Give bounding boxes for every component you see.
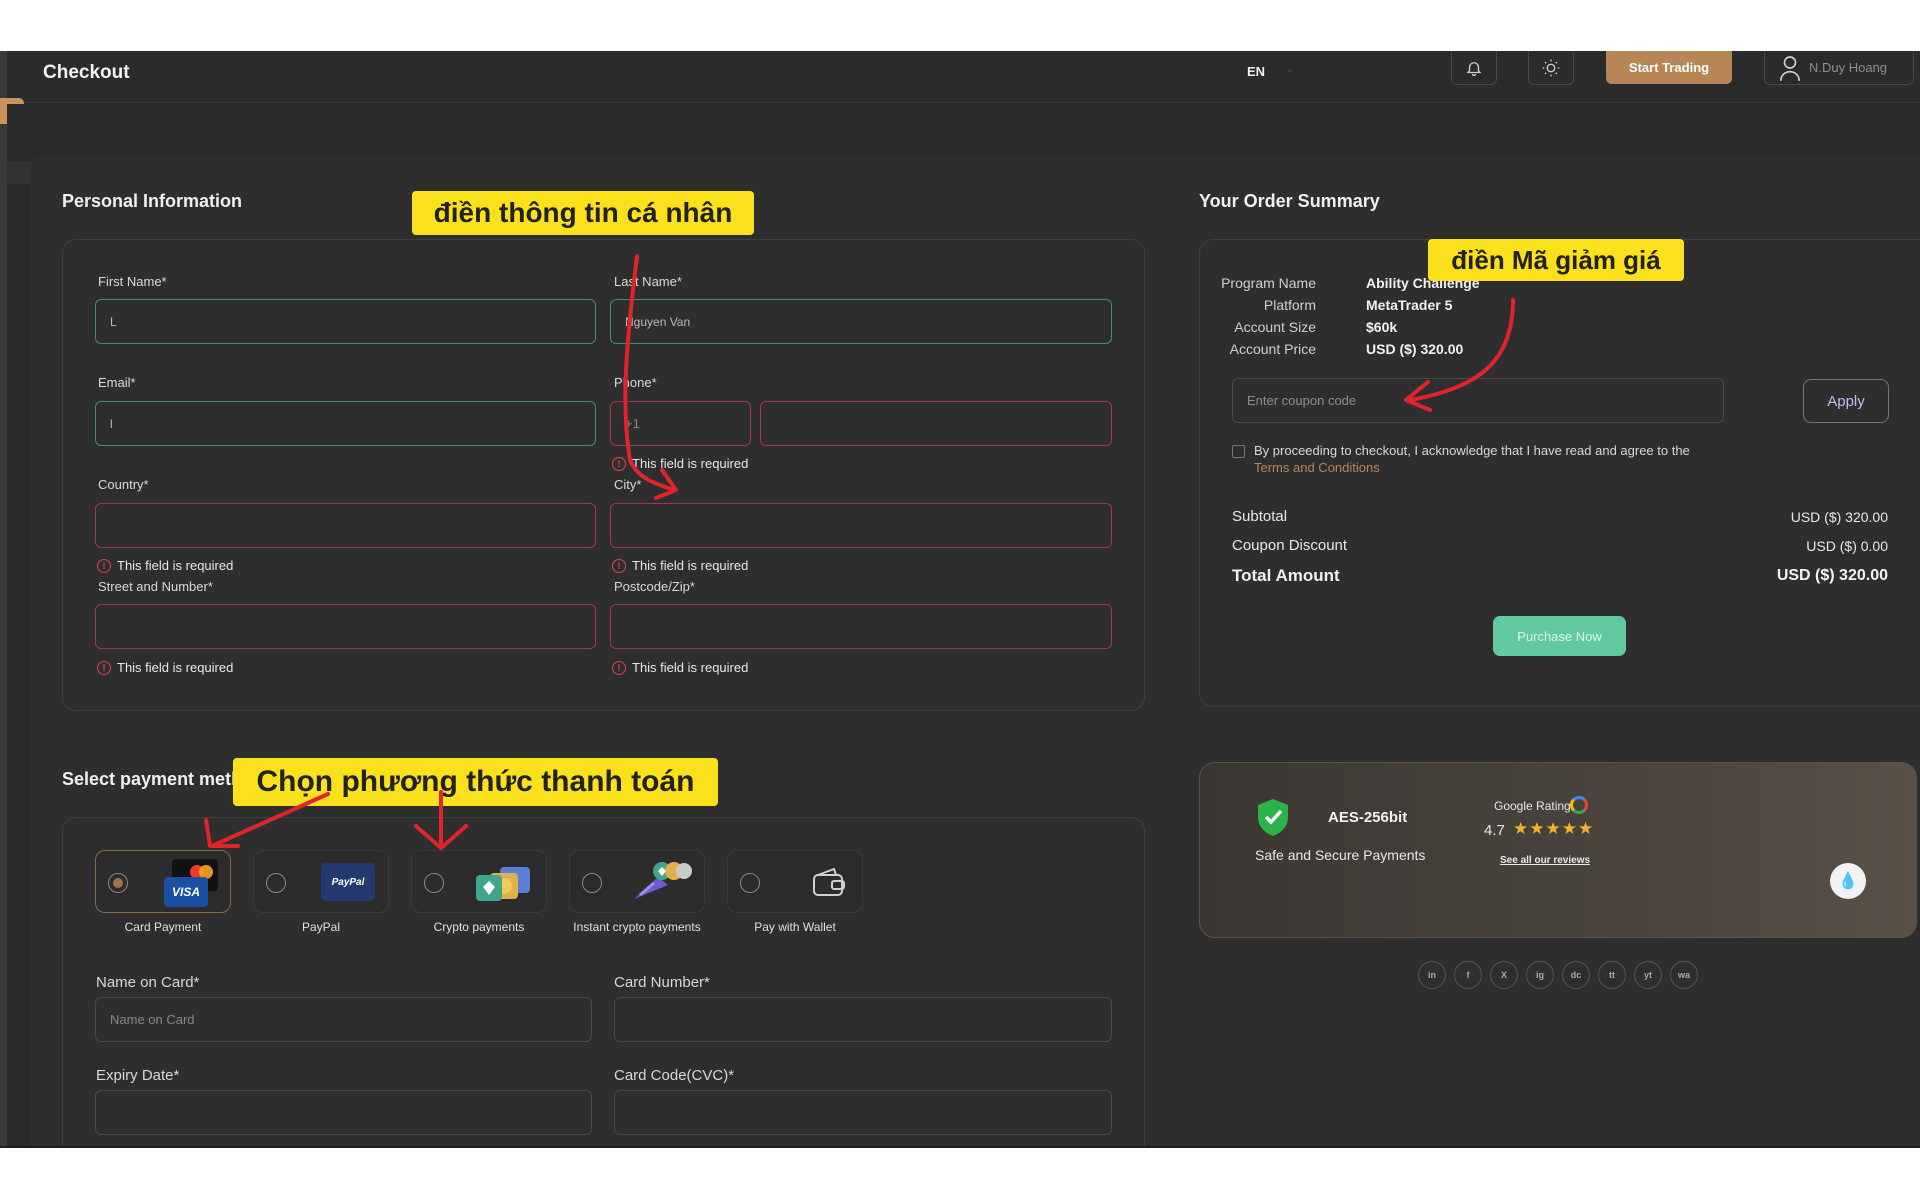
- arrow-to-card: [210, 792, 330, 848]
- arrow-to-city: [623, 254, 676, 492]
- screen-bottom-margin: [0, 1148, 1920, 1200]
- annotation-arrows: [204, 254, 1515, 850]
